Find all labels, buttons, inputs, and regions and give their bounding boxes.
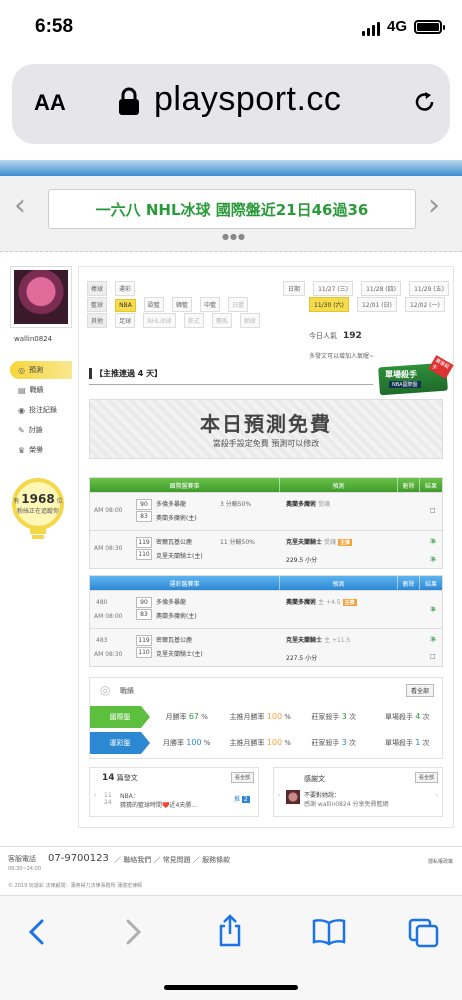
table-row: AM 08:30 119 110 密爾瓦基公鹿 克里夫蘭騎士(主) 11 分輸50… (90, 530, 442, 568)
record-row-sport: 運彩盤 月勝率 100 % 主推月勝率 100 % 莊家殺手 3 次 單場殺手 … (90, 732, 444, 754)
prev-arrow-icon[interactable]: ‹ (278, 792, 280, 799)
sidebar-item-discuss[interactable]: ✎ 討論 (10, 421, 72, 439)
chart-icon: ▤ (18, 385, 26, 395)
signal-icon (362, 22, 380, 36)
followers-count: 有 1968 位 粉絲正在追蹤你 (13, 492, 63, 515)
record-row-intl: 國際盤 月勝率 67 % 主推月勝率 100 % 莊家殺手 3 次 單場殺手 4… (90, 706, 444, 728)
intl-table: 國際盤賽事 預測 刪除 結果 AM 08:00 90 83 多倫多暴龍 奧蘭多魔術… (89, 477, 443, 569)
post-item[interactable]: NBA： 猜猜的籃球時間❤️近4天勝... (120, 791, 197, 809)
network-type: 4G (387, 18, 408, 35)
banner-pager: ●●● (222, 232, 246, 241)
filter-chip[interactable]: 足球 (115, 313, 136, 328)
sidebar-item-record[interactable]: ▤ 戰績 (10, 381, 72, 399)
table-row: 483 AM 08:30 119 110 密爾瓦基公鹿 克里夫蘭騎士(主) 克里夫… (90, 628, 442, 666)
prediction-pick[interactable]: 克里夫蘭騎士 受讓 主推 (286, 537, 353, 546)
date-chip[interactable]: 12/01 (日) (356, 297, 397, 312)
view-all-button[interactable]: 看全部 (230, 772, 254, 783)
thanks-item[interactable]: 不要對她說： 感謝 wallin0824 分享免費籃網 (304, 790, 388, 808)
reload-icon[interactable] (413, 88, 437, 114)
prev-arrow-icon[interactable]: ‹ (94, 792, 96, 799)
avatar (286, 790, 300, 804)
pencil-icon: ✎ (18, 425, 25, 435)
popularity: 今日人氣 192 (309, 331, 362, 341)
tabs-icon[interactable] (408, 918, 440, 948)
next-arrow-icon[interactable]: › (436, 792, 438, 799)
prediction-pick[interactable]: 克里夫蘭騎士主 +11.5 (286, 635, 350, 644)
privacy-link[interactable]: 隱私權政策 (428, 858, 453, 865)
address-bar[interactable]: AA playsport.cc (12, 64, 450, 144)
sidebar-item-honor[interactable]: ♛ 榮譽 (10, 441, 72, 459)
sport-lottery-table: 運彩盤賽事 預測 刪除 結果 480 AM 08:00 90 83 多倫多暴龍 奧… (89, 575, 443, 667)
faq-link[interactable]: 常見問題 (163, 856, 191, 864)
copyright: © 2019 玩運彩 法律顧問：蒲英得力法律事務所 蒲億宏律師 (8, 883, 143, 889)
filter-chip[interactable]: 網球 (239, 313, 260, 328)
table-header: 運彩盤賽事 預測 刪除 結果 (90, 576, 442, 590)
view-all-button[interactable]: 看全部 (414, 772, 438, 783)
view-all-button[interactable]: 看全部 (405, 684, 434, 697)
prediction-pick[interactable]: 奧蘭多魔術 受讓 (286, 499, 330, 508)
sidebar-item-predict[interactable]: ◎ 預測 (10, 361, 72, 379)
free-prediction-banner: 本日預測免費 當殺手設定免費 預測可以修改 (89, 399, 443, 459)
share-icon[interactable] (216, 914, 244, 948)
url-text[interactable]: playsport.cc (154, 80, 341, 119)
back-icon[interactable] (26, 918, 48, 946)
streak-title: 【主推連過 4 天】 (89, 368, 162, 379)
date-chip[interactable]: 12/02 (一) (404, 297, 445, 312)
sidebar-item-bets[interactable]: ◉ 投注紀錄 (10, 401, 72, 419)
battery-icon (414, 20, 445, 34)
target-icon: ◎ (18, 365, 25, 375)
status-bar: 6:58 4G (0, 0, 462, 56)
site-header-band (0, 160, 462, 176)
prediction-pick[interactable]: 奧蘭多魔術主 +4.5 主推 (286, 597, 357, 606)
divider (0, 846, 462, 847)
service-phone[interactable]: 07-9700123 (48, 853, 109, 864)
date-chip[interactable]: 11/30 (六) (309, 297, 349, 312)
bookmarks-icon[interactable] (312, 918, 346, 946)
main-panel: 棒球 運彩 籃球 NBA 歐籃 韓籃 中籃 日籃 其他 足球 NHL冰球 美式 … (78, 266, 454, 828)
footer-links: ／ 聯絡我們 ／ 常見問題 ／ 服務條款 (114, 856, 231, 864)
banner-text[interactable]: 一六八 NHL冰球 國際盤近21日46過36 (48, 189, 416, 229)
killer-badge: 單場殺手 NBA國際盤 賽事殺手 (378, 355, 454, 399)
record-icon: ◉ (18, 405, 25, 415)
record-panel: ◎ 戰績 看全部 國際盤 月勝率 67 % 主推月勝率 100 % 莊家殺手 3… (89, 677, 443, 759)
service-label: 客服電話 09:30~24:00 (8, 855, 42, 872)
target-icon: ◎ (100, 683, 111, 697)
username: wallin0824 (14, 335, 53, 343)
banner-prev-button[interactable]: ‹ (14, 188, 26, 223)
filter-chip[interactable]: 賽馬 (211, 313, 232, 328)
divider (89, 384, 373, 385)
thanks-panel: 感謝文 看全部 ‹ 不要對她說： 感謝 wallin0824 分享免費籃網 › (273, 767, 443, 817)
forward-icon[interactable] (122, 918, 144, 946)
table-row: 480 AM 08:00 90 83 多倫多暴龍 奧蘭多魔術(主) 奧蘭多魔術主 … (90, 590, 442, 628)
text-size-button[interactable]: AA (34, 90, 66, 116)
popularity-hint: 多發文可以增加人氣喔~ (309, 353, 375, 360)
filter-chip[interactable]: NHL冰球 (143, 313, 176, 328)
avatar[interactable] (10, 266, 72, 328)
table-header: 國際盤賽事 預測 刪除 結果 (90, 478, 442, 492)
home-indicator (164, 985, 298, 990)
lock-icon (119, 87, 139, 115)
table-row: AM 08:00 90 83 多倫多暴龍 奧蘭多魔術(主) 3 分輸50% 奧蘭多… (90, 492, 442, 530)
terms-link[interactable]: 服務條款 (202, 856, 230, 864)
contact-link[interactable]: 聯絡我們 (123, 856, 151, 864)
posts-panel: 14 篇發文 看全部 ‹ 11 24 NBA： 猜猜的籃球時間❤️近4天勝... 推… (89, 767, 259, 817)
banner-next-button[interactable]: › (428, 188, 440, 223)
date-row-2: 11/30 (六) 12/01 (日) 12/02 (一) (309, 292, 448, 312)
filter-row-other: 其他 足球 NHL冰球 美式 賽馬 網球 (87, 308, 263, 328)
filter-chip[interactable]: 美式 (183, 313, 204, 328)
clock: 6:58 (35, 16, 74, 37)
trophy-icon: ♛ (18, 445, 26, 455)
